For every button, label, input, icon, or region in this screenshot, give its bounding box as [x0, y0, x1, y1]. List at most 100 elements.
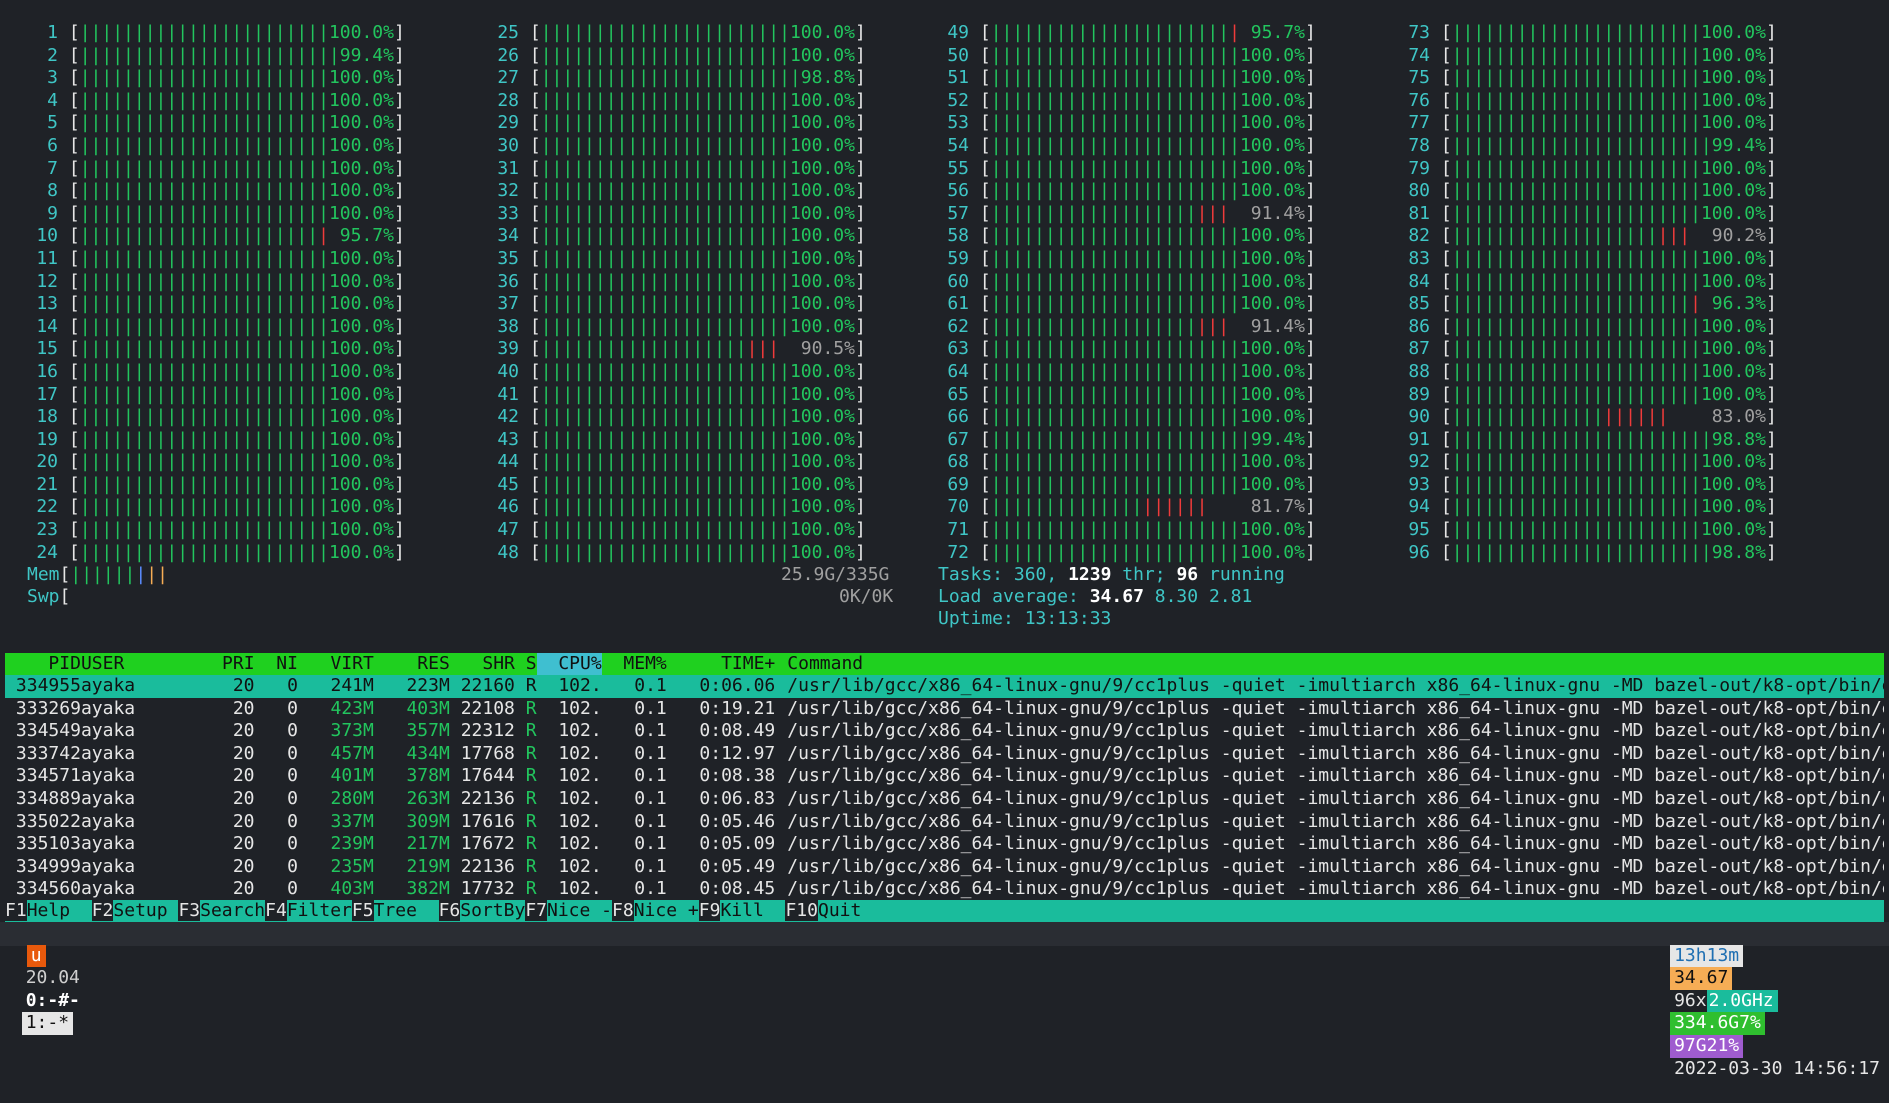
table-row[interactable]: 334560ayaka 20 0 403M 382M 17732 R 102. 0.1 0:08.…: [5, 878, 1884, 901]
cpu-percent: 99.4%: [339, 44, 394, 66]
cpu-usage-bar: |||||||||||||||||||||||: [79, 89, 329, 111]
column-header-res[interactable]: RES: [374, 653, 450, 676]
cpu-meter: 85 [||||||||||||||||||||||| 96.3%]: [1394, 293, 1777, 316]
column-header-s[interactable]: S: [515, 653, 537, 676]
fkey-f1[interactable]: F1: [5, 900, 27, 921]
uptime-value: 13:13:33: [1024, 608, 1112, 629]
bracket-close: ]: [1765, 315, 1777, 337]
fkey-label-f3[interactable]: Search: [200, 900, 265, 921]
fkey-label-f2[interactable]: Setup: [113, 900, 178, 921]
cpu-usage-bar: |||||||||||||||||||||||: [540, 22, 790, 43]
cpu-meter: 13 [|||||||||||||||||||||||100.0%]: [22, 293, 405, 316]
cpu-meter: 94 [|||||||||||||||||||||||100.0%]: [1394, 496, 1777, 519]
cell-time: 0:06.83: [699, 787, 776, 809]
fkey-label-f10[interactable]: Quit: [818, 900, 861, 921]
cpu-number: 16: [36, 360, 58, 382]
fkey-label-f6[interactable]: SortBy: [460, 900, 525, 921]
cell-virt: 337M: [330, 810, 374, 832]
cpu-usage-bar: ||||||||||||||||||||||||: [79, 44, 340, 66]
bracket-close: ]: [1304, 180, 1316, 202]
cpu-number: 34: [497, 225, 519, 247]
table-row[interactable]: 333269ayaka 20 0 423M 403M 22108 R 102. 0.1 0:19.…: [5, 698, 1884, 721]
tmux-window-0[interactable]: 0:-#-: [22, 990, 84, 1013]
table-row[interactable]: 334571ayaka 20 0 401M 378M 17644 R 102. 0.1 0:08.…: [5, 765, 1884, 788]
cpu-number: 62: [947, 315, 969, 337]
cpu-number: 7: [47, 157, 58, 179]
cpu-meter: 30 [|||||||||||||||||||||||100.0%]: [483, 135, 866, 158]
fkey-f9[interactable]: F9: [698, 900, 721, 921]
cpu-bar-space: [1207, 496, 1250, 517]
cpu-usage-bar: |||||||||||||||||||||||: [1451, 496, 1701, 518]
column-header-user[interactable]: USER: [81, 653, 200, 676]
cpu-meter: 88 [|||||||||||||||||||||||100.0%]: [1394, 361, 1777, 384]
table-row[interactable]: 334889ayaka 20 0 280M 263M 22136 R 102. 0.1 0:06.…: [5, 788, 1884, 811]
fkey-f4[interactable]: F4: [265, 900, 287, 921]
fkey-f7[interactable]: F7: [525, 900, 547, 921]
cpu-number: 58: [947, 225, 969, 247]
cpu-number: 89: [1408, 383, 1430, 405]
fkey-label-f1[interactable]: Help: [27, 900, 92, 921]
cpu-percent: 100.0%: [1239, 406, 1305, 428]
column-header-command[interactable]: Command: [787, 653, 863, 674]
tmux-session[interactable]: u: [26, 944, 46, 968]
table-row[interactable]: 333742ayaka 20 0 457M 434M 17768 R 102. 0.1 0:12.…: [5, 743, 1884, 766]
bracket-close: ]: [393, 112, 405, 134]
fkey-label-f9[interactable]: Kill: [720, 900, 785, 921]
column-header-pri[interactable]: PRI: [200, 653, 255, 676]
fkey-f8[interactable]: F8: [612, 900, 634, 921]
bracket-close: ]: [1304, 519, 1316, 541]
column-header-shr[interactable]: SHR: [450, 653, 515, 676]
cpu-number: 27: [497, 67, 519, 89]
cpu-meter: 48 [|||||||||||||||||||||||100.0%]: [483, 542, 866, 565]
tmux-status-bar: u 20.04 0:-#- 1:-* 13h13m 34.67 96x 2.0GH…: [0, 922, 1889, 1079]
column-header-pid[interactable]: PID: [5, 653, 81, 676]
column-header-time[interactable]: TIME+: [667, 653, 775, 676]
table-row[interactable]: 335103ayaka 20 0 239M 217M 17672 R 102. 0.1 0:05.…: [5, 833, 1884, 856]
cpu-percent: 100.0%: [1700, 247, 1766, 269]
cpu-usage-bar: |||||||||||||||||||||||: [79, 157, 329, 179]
column-header-ni[interactable]: NI: [255, 653, 298, 676]
cpu-percent: 100.0%: [789, 225, 855, 247]
cell-user: ayaka: [80, 720, 136, 742]
fkey-label-f8[interactable]: Nice +: [634, 900, 699, 921]
cpu-percent: 100.0%: [789, 247, 855, 269]
column-header-mem[interactable]: MEM%: [602, 653, 666, 676]
cpu-number: 22: [36, 496, 58, 518]
bracket-open: [: [969, 496, 991, 518]
cpu-percent: 98.8%: [1711, 541, 1766, 563]
table-row[interactable]: 334999ayaka 20 0 235M 219M 22136 R 102. 0.1 0:05.…: [5, 856, 1884, 879]
cpu-usage-bar: |||||||||||||||||||||||: [1451, 338, 1701, 360]
cpu-percent: 100.0%: [789, 541, 855, 563]
cpu-meter: 3 [|||||||||||||||||||||||100.0%]: [22, 67, 405, 90]
cpu-percent: 100.0%: [328, 89, 394, 111]
process-table-header: PIDUSER PRI NI VIRT RES SHR S CPU% MEM% TIME+ Comm…: [5, 653, 1884, 676]
fkey-label-f5[interactable]: Tree: [374, 900, 439, 921]
fkey-f3[interactable]: F3: [178, 900, 201, 921]
cpu-percent: 100.0%: [789, 293, 855, 315]
tmux-window-1[interactable]: 1:-*: [21, 1012, 74, 1035]
process-list[interactable]: 334955ayaka 20 0 241M 223M 22160 R 102. 0.1 0:06.…: [5, 675, 1884, 901]
fkey-f5[interactable]: F5: [351, 900, 374, 921]
table-row[interactable]: 334549ayaka 20 0 373M 357M 22312 R 102. 0.1 0:08.…: [5, 720, 1884, 743]
bracket-close: ]: [1304, 202, 1316, 224]
cell-pid: 335022: [15, 810, 81, 832]
column-header-virt[interactable]: VIRT: [298, 653, 374, 676]
fkey-f2[interactable]: F2: [91, 900, 114, 921]
cpu-usage-bar: ||||||||||||||||||||||||: [1451, 541, 1712, 563]
fkey-label-f4[interactable]: Filter: [287, 900, 352, 921]
cpu-meter: 56 [|||||||||||||||||||||||100.0%]: [933, 180, 1316, 203]
fkey-f10[interactable]: F10: [785, 900, 818, 921]
fkey-f6[interactable]: F6: [438, 900, 461, 921]
cpu-meter: 72 [|||||||||||||||||||||||100.0%]: [933, 542, 1316, 565]
cpu-percent: 100.0%: [1239, 67, 1305, 89]
cpu-meter: 6 [|||||||||||||||||||||||100.0%]: [22, 135, 405, 158]
cell-s: R: [525, 833, 537, 855]
fkey-label-f7[interactable]: Nice -: [547, 900, 612, 921]
cpu-meter: 60 [|||||||||||||||||||||||100.0%]: [933, 271, 1316, 294]
cpu-meter: 43 [|||||||||||||||||||||||100.0%]: [483, 429, 866, 452]
column-header-cpu[interactable]: CPU%: [536, 653, 602, 676]
cell-ni: 0: [287, 765, 298, 787]
table-row[interactable]: 335022ayaka 20 0 337M 309M 17616 R 102. 0.1 0:05.…: [5, 811, 1884, 834]
table-row[interactable]: 334955ayaka 20 0 241M 223M 22160 R 102. 0.1 0:06.…: [5, 675, 1884, 698]
cpu-usage-bar: |||||||||||||||||||||||: [1451, 157, 1701, 179]
